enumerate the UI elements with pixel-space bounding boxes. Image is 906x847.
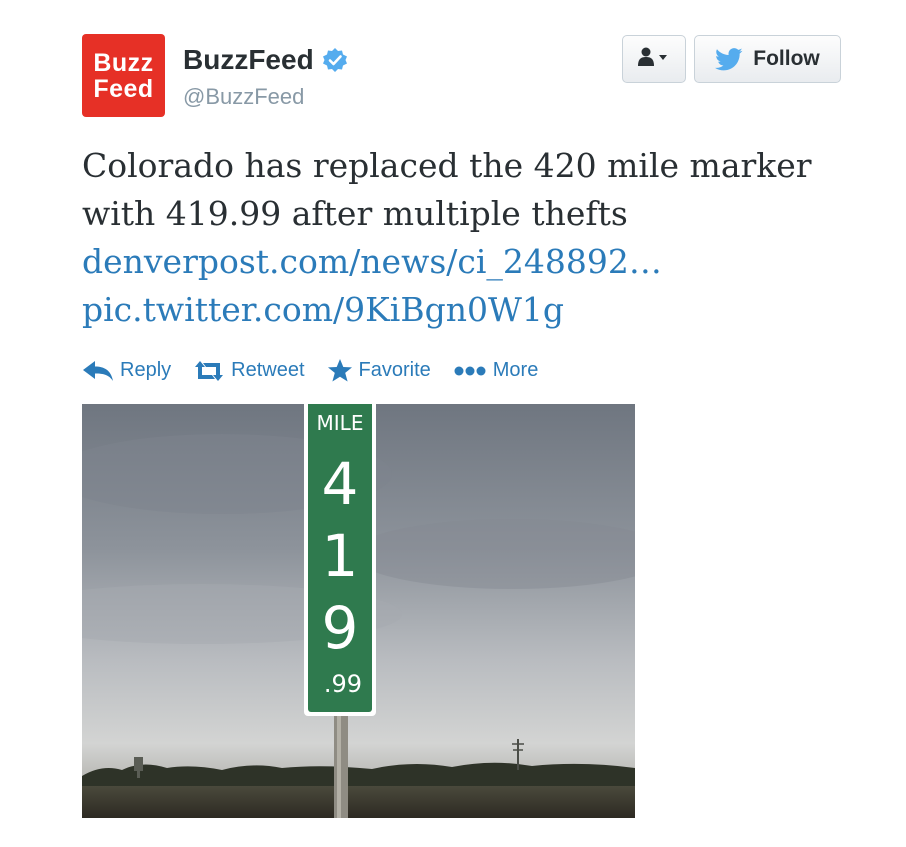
tweet-photo[interactable]: MILE 4 1 9 .99: [82, 404, 635, 818]
twitter-bird-icon: [715, 47, 743, 70]
sign-digit-3: 9: [322, 594, 359, 662]
follow-label: Follow: [753, 47, 820, 70]
more-dots-icon: [454, 366, 486, 375]
display-name[interactable]: BuzzFeed: [183, 44, 314, 76]
tweet-text: Colorado has replaced the 420 mile marke…: [82, 142, 862, 334]
sign-mile-text: MILE: [317, 411, 364, 435]
more-action[interactable]: More: [453, 359, 539, 382]
sign-decimal: .99: [324, 670, 362, 698]
person-dropdown-icon: [637, 46, 671, 73]
favorite-action[interactable]: Favorite: [327, 358, 431, 383]
reply-icon: [83, 360, 113, 381]
avatar[interactable]: Buzz Feed: [82, 34, 165, 117]
tweet-actions: Reply Retweet Favorite More: [82, 358, 560, 383]
follow-button[interactable]: Follow: [694, 35, 841, 83]
user-handle[interactable]: @BuzzFeed: [183, 84, 304, 110]
tweet-body: Colorado has replaced the 420 mile marke…: [82, 146, 812, 233]
more-label: More: [492, 359, 539, 381]
article-link[interactable]: denverpost.com/news/ci_248892…: [82, 238, 862, 286]
sign-digit-2: 1: [322, 522, 359, 590]
sign-digit-1: 4: [322, 450, 359, 518]
reply-label: Reply: [120, 359, 172, 381]
retweet-action[interactable]: Retweet: [193, 359, 305, 382]
retweet-icon: [195, 360, 224, 381]
user-name[interactable]: BuzzFeed: [183, 44, 348, 76]
star-icon: [327, 359, 352, 382]
user-actions-button[interactable]: [622, 35, 686, 83]
reply-action[interactable]: Reply: [82, 359, 171, 383]
avatar-text-line1: Buzz: [93, 48, 154, 77]
retweet-label: Retweet: [231, 359, 305, 381]
verified-badge-icon: [322, 47, 348, 73]
pic-link[interactable]: pic.twitter.com/9KiBgn0W1g: [82, 286, 862, 334]
favorite-label: Favorite: [358, 359, 431, 381]
avatar-text-line2: Feed: [93, 74, 154, 103]
